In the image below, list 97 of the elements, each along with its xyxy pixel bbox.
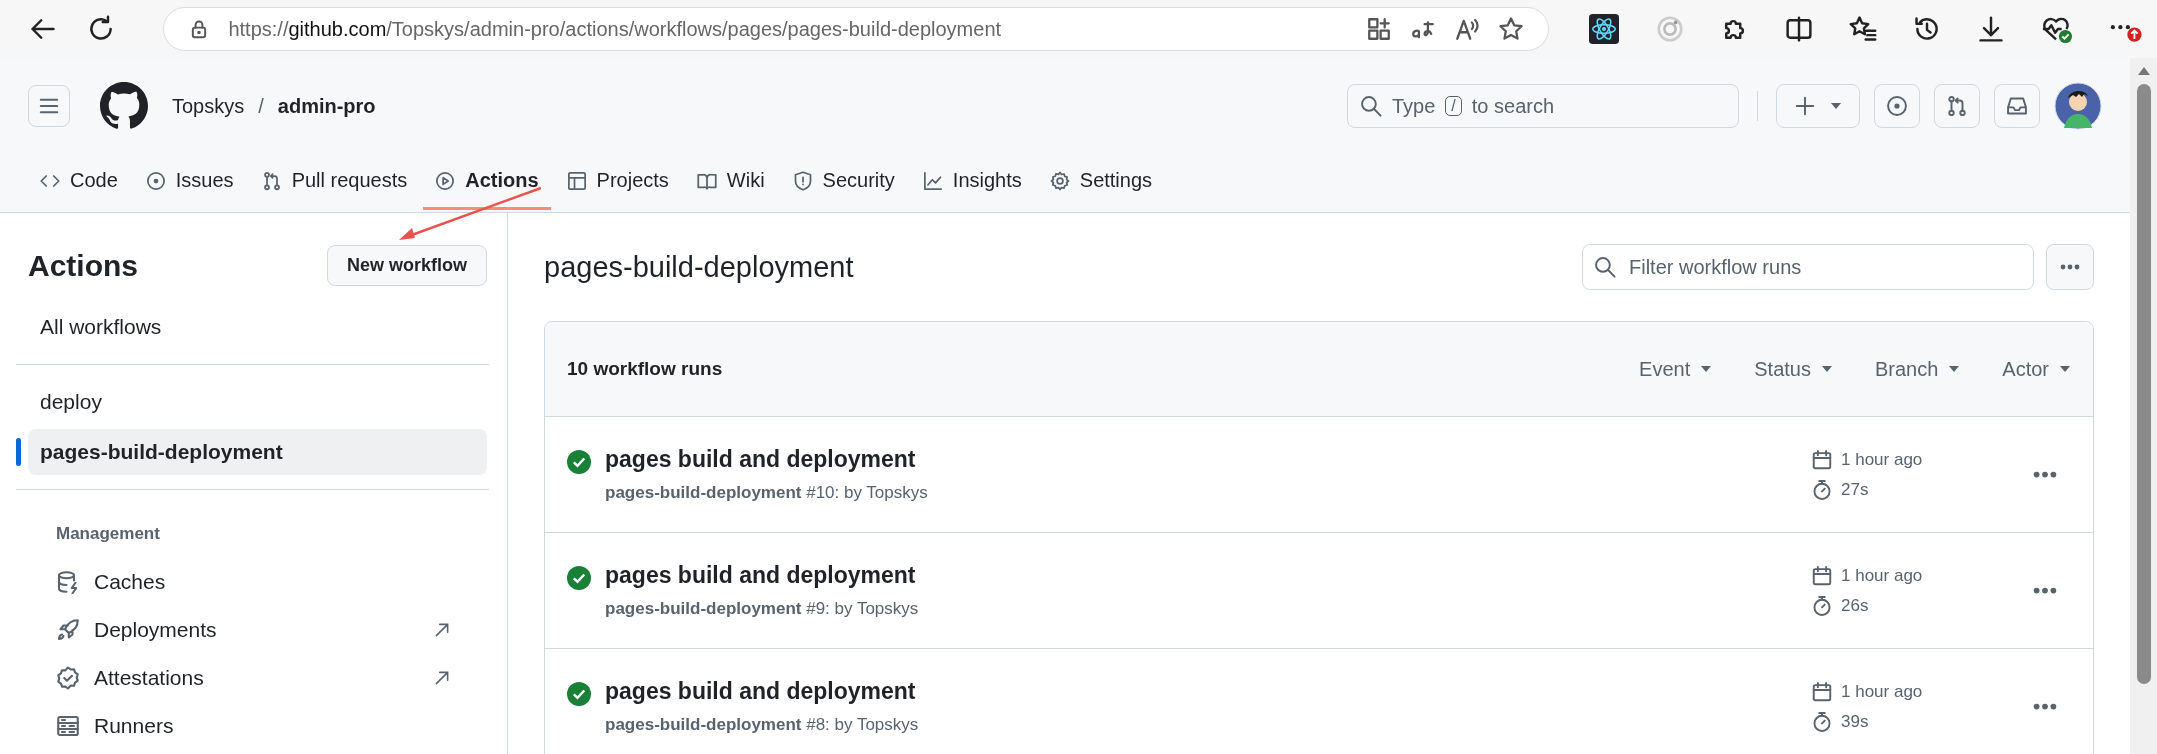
new-workflow-button[interactable]: New workflow: [327, 245, 487, 286]
circle-dot-icon: [1886, 95, 1908, 117]
sidebar-link[interactable]: Runners: [16, 702, 489, 750]
run-duration: 39s: [1841, 711, 1869, 732]
calendar-icon: [1811, 448, 1833, 471]
kebab-icon: [2033, 470, 2057, 479]
nav-tab[interactable]: Issues: [133, 154, 246, 210]
caret-icon: [1830, 102, 1842, 110]
filter-dropdown[interactable]: Event: [1639, 357, 1713, 381]
pull-request-icon: [261, 170, 282, 191]
nav-tab[interactable]: Insights: [910, 154, 1034, 210]
search-hint: Type: [1392, 94, 1436, 118]
nav-tab[interactable]: Wiki: [684, 154, 777, 210]
inbox-icon: [2006, 95, 2028, 117]
caret-icon: [1820, 365, 1833, 373]
filter-dropdown[interactable]: Actor: [2002, 357, 2071, 381]
rocket-icon: [56, 618, 80, 642]
play-icon: [435, 170, 456, 191]
filter-field[interactable]: Filter workflow runs: [1582, 244, 2034, 290]
search-icon: [1360, 95, 1382, 117]
nav-tab[interactable]: Projects: [554, 154, 681, 210]
database-icon: [56, 570, 80, 594]
breadcrumb-separator: /: [258, 94, 264, 118]
workflow-title: pages-build-deployment: [544, 250, 855, 284]
circle-dot-icon: [145, 170, 166, 191]
url-text: https://github.com/Topskys/admin-pro/actions/workflows/pages/pages-build-deployment: [228, 17, 1003, 41]
calendar-icon: [1811, 680, 1833, 703]
caret-icon: [2059, 365, 2071, 373]
gear-icon: [1049, 170, 1070, 191]
sidebar-link[interactable]: Deployments: [16, 606, 489, 654]
selection-indicator: [16, 438, 21, 466]
address-bar[interactable]: https://github.com/Topskys/admin-pro/actions/workflows/pages/pages-build-deployment: [163, 7, 1549, 51]
split-screen-icon[interactable]: [1785, 15, 1813, 43]
search-hint: to search: [1471, 94, 1555, 118]
check-badge-icon: [56, 666, 80, 690]
shortcut-key: /: [1445, 96, 1462, 116]
scroll-up-icon[interactable]: [2136, 66, 2151, 76]
calendar-icon: [1811, 564, 1833, 587]
avatar[interactable]: [2054, 82, 2102, 130]
caret-icon: [1948, 365, 1961, 373]
graph-icon: [922, 170, 943, 191]
run-duration: 27s: [1841, 479, 1869, 500]
stopwatch-icon: [1811, 710, 1833, 733]
sidebar-link[interactable]: Caches: [16, 558, 489, 606]
run-duration: 26s: [1841, 595, 1869, 616]
nav-tab[interactable]: Pull requests: [249, 154, 420, 210]
run-subtitle: pages-build-deployment #8: by Topskys: [605, 715, 919, 735]
run-title[interactable]: pages build and deployment: [605, 678, 919, 705]
kebab-icon: [2033, 702, 2057, 711]
table-icon: [566, 170, 587, 191]
workflow-item[interactable]: All workflows: [28, 304, 487, 350]
kebab-icon: [2033, 586, 2057, 595]
server-icon: [56, 714, 80, 738]
favorites-icon[interactable]: [1849, 15, 1877, 43]
stopwatch-icon: [1811, 478, 1833, 501]
pull-request-icon: [1946, 95, 1968, 117]
run-subtitle: pages-build-deployment #9: by Topskys: [605, 599, 919, 619]
inbox-button[interactable]: [1994, 84, 2040, 128]
section-heading: Management: [55, 523, 161, 545]
search-field[interactable]: Type / to search: [1347, 84, 1739, 128]
plus-icon: [1794, 95, 1816, 117]
workflow-item[interactable]: pages-build-deployment: [28, 429, 487, 475]
issues-button[interactable]: [1874, 84, 1920, 128]
repo-link[interactable]: admin-pro: [277, 94, 376, 118]
history-icon[interactable]: [1913, 15, 1941, 43]
scrollbar-thumb[interactable]: [2136, 84, 2151, 684]
caret-icon: [1700, 365, 1713, 373]
filter-dropdown[interactable]: Branch: [1874, 357, 1961, 381]
sidebar-link[interactable]: Attestations: [16, 654, 489, 702]
react-extension-icon[interactable]: [1589, 14, 1619, 44]
runs-count: 10 workflow runs: [567, 358, 724, 380]
star-icon[interactable]: [1498, 16, 1524, 42]
run-time: 1 hour ago: [1841, 449, 1923, 470]
nav-tab[interactable]: Actions: [423, 154, 551, 210]
kebab-icon: [2060, 264, 2080, 270]
run-time: 1 hour ago: [1841, 681, 1923, 702]
run-time: 1 hour ago: [1841, 565, 1923, 586]
run-title[interactable]: pages build and deployment: [605, 562, 919, 589]
sidebar-title: Actions: [28, 248, 138, 283]
stopwatch-icon: [1811, 594, 1833, 617]
nav-tab[interactable]: Code: [28, 154, 130, 210]
apps-add-icon[interactable]: [1366, 16, 1392, 42]
owner-link[interactable]: Topskys: [172, 94, 245, 118]
run-subtitle: pages-build-deployment #10: by Topskys: [605, 483, 928, 503]
create-button[interactable]: [1776, 84, 1860, 128]
more-options-button[interactable]: [2046, 244, 2094, 290]
run-title[interactable]: pages build and deployment: [605, 446, 928, 473]
read-aloud-icon[interactable]: [1454, 16, 1480, 42]
workflow-item[interactable]: deploy: [28, 379, 487, 425]
menu-button[interactable]: [28, 85, 70, 127]
filter-dropdown[interactable]: Status: [1754, 357, 1833, 381]
octocat-logo-icon[interactable]: [100, 82, 148, 130]
nav-tab[interactable]: Security: [780, 154, 907, 210]
shield-icon: [792, 170, 813, 191]
pull-requests-button[interactable]: [1934, 84, 1980, 128]
nav-tab[interactable]: Settings: [1037, 154, 1165, 210]
download-icon[interactable]: [1977, 15, 2005, 43]
